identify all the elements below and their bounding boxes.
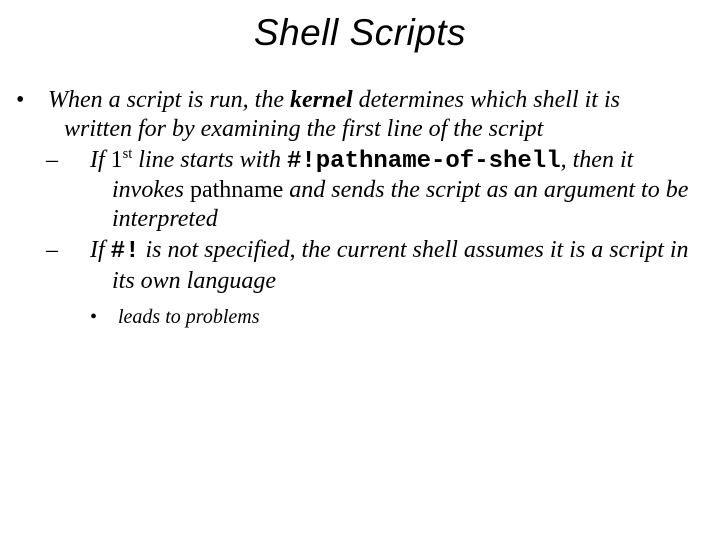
dash-icon: – [68, 236, 90, 265]
dash-icon: – [68, 146, 90, 175]
bullet-icon: • [104, 306, 118, 329]
bold-text: kernel [290, 87, 353, 113]
text: line starts with [132, 147, 287, 173]
text: If [90, 147, 111, 173]
text: If [90, 237, 111, 263]
bullet-level-3: •leads to problems [118, 306, 692, 329]
bullet-level-1: •When a script is run, the kernel determ… [48, 86, 692, 144]
bullet-level-2: –If 1st line starts with #!pathname-of-s… [90, 146, 692, 234]
code-text: #!pathname-of-shell [287, 148, 561, 175]
superscript: st [123, 146, 133, 162]
slide-title: Shell Scripts [28, 12, 692, 54]
text: When a script is run, the [48, 87, 290, 113]
text: 1 [111, 147, 123, 173]
slide: Shell Scripts •When a script is run, the… [0, 0, 720, 329]
bullet-level-2: –If #! is not specified, the current she… [90, 236, 692, 296]
text: pathname [190, 177, 283, 203]
text: leads to problems [118, 306, 259, 328]
bullet-icon: • [32, 86, 48, 115]
code-text: #! [111, 238, 140, 265]
text: is not specified, the current shell assu… [112, 237, 689, 294]
